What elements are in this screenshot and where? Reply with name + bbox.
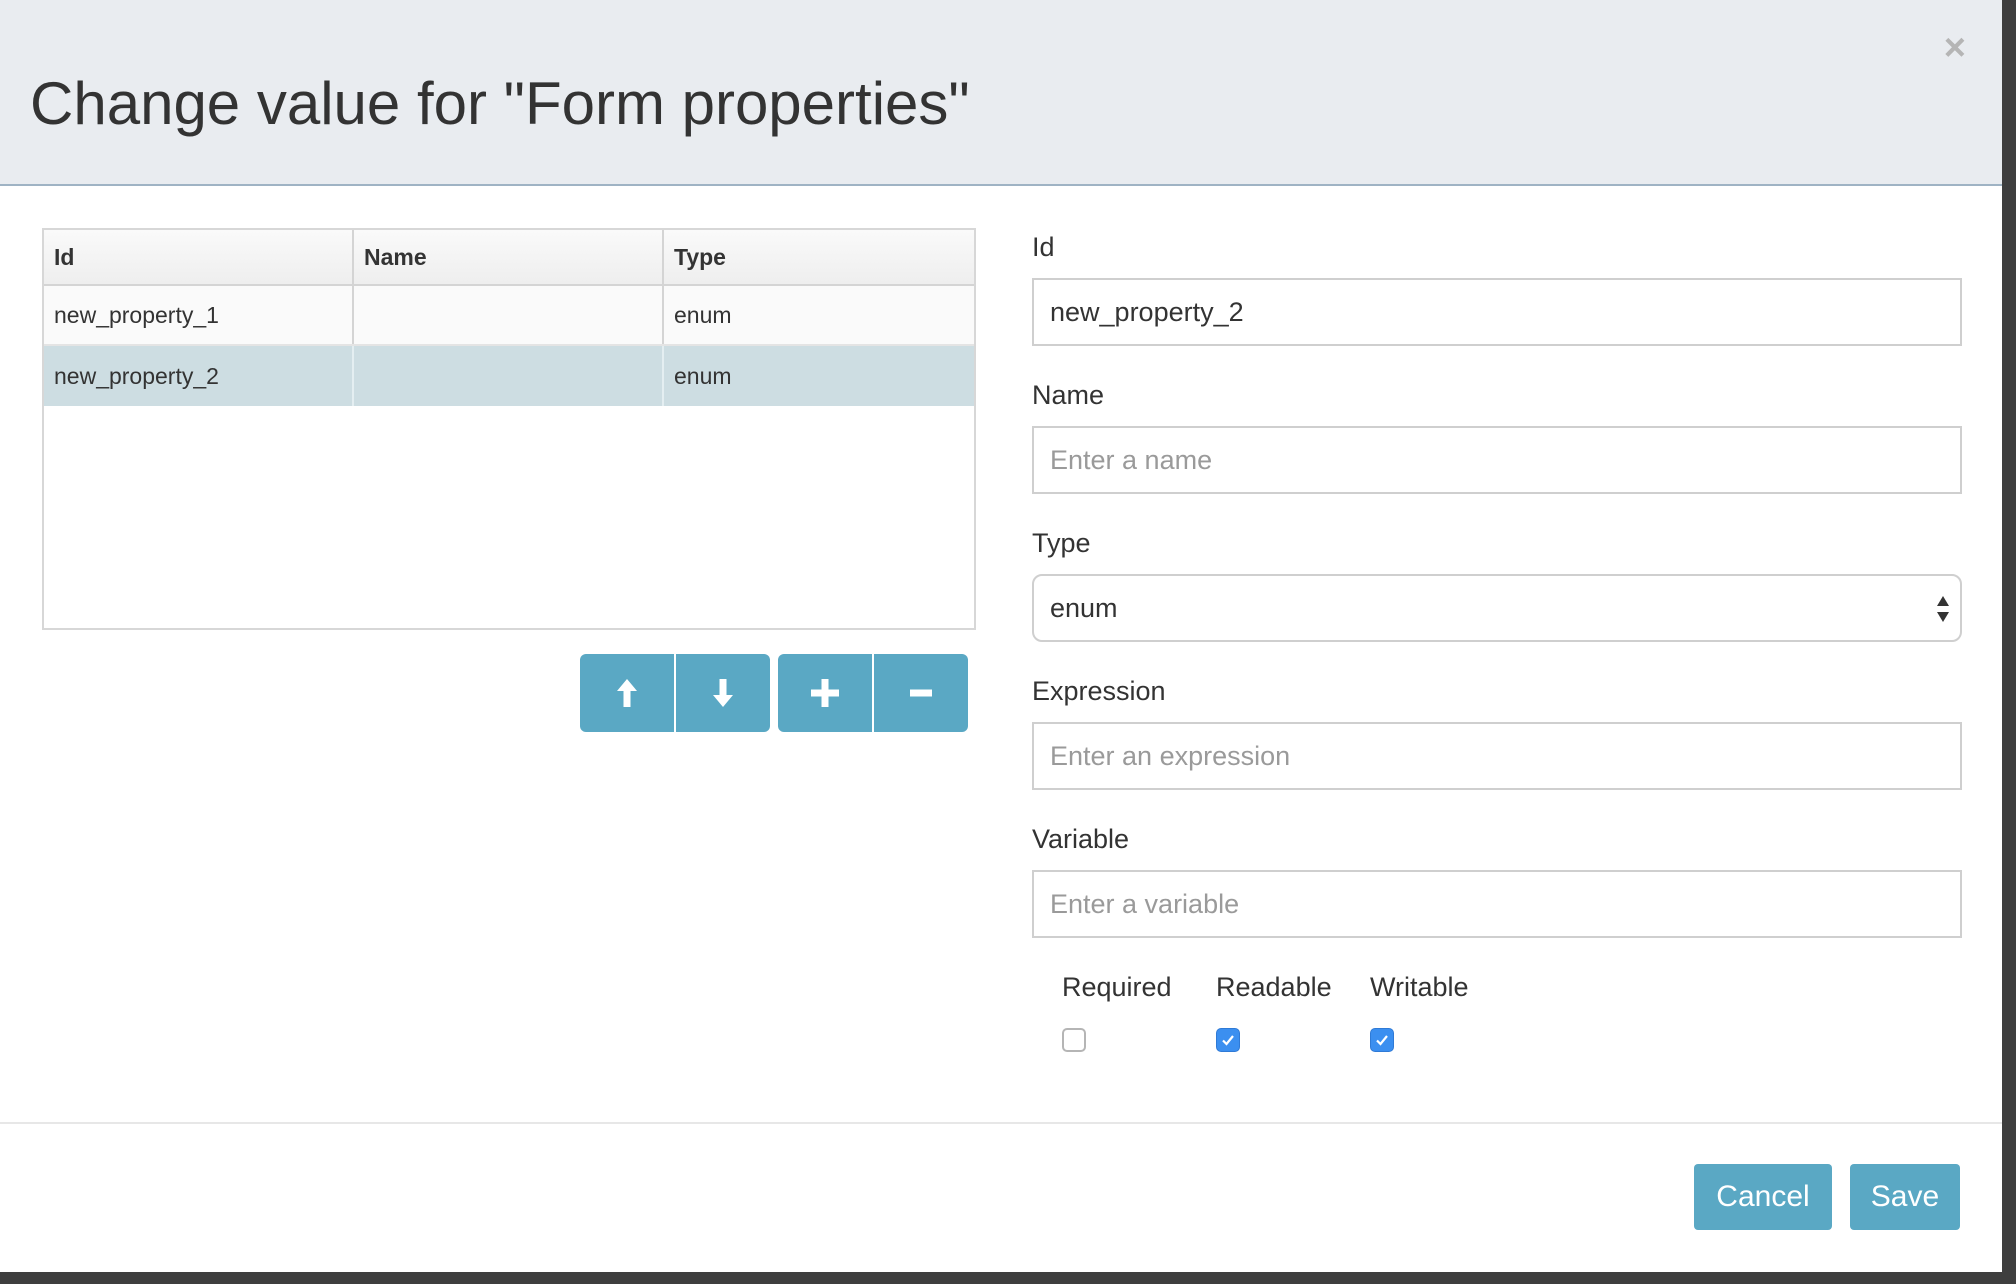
required-label: Required bbox=[1062, 972, 1172, 1002]
remove-property-button[interactable] bbox=[872, 654, 968, 732]
expression-field[interactable] bbox=[1032, 722, 1962, 790]
arrow-up-icon bbox=[617, 679, 637, 707]
table-row-selected[interactable]: new_property_2 enum bbox=[44, 346, 974, 406]
cell-name bbox=[354, 346, 664, 406]
type-select[interactable]: enum bbox=[1032, 574, 1962, 642]
name-field[interactable] bbox=[1032, 426, 1962, 494]
arrow-down-icon bbox=[713, 679, 733, 707]
footer-divider bbox=[0, 1122, 2002, 1124]
table-header-row: Id Name Type bbox=[44, 230, 974, 286]
name-label: Name bbox=[1032, 380, 1105, 410]
close-icon[interactable]: × bbox=[1944, 28, 1966, 68]
save-button[interactable]: Save bbox=[1850, 1164, 1960, 1230]
readable-checkbox[interactable] bbox=[1216, 1028, 1240, 1052]
column-header-name[interactable]: Name bbox=[354, 230, 664, 284]
column-header-id[interactable]: Id bbox=[44, 230, 354, 284]
type-label: Type bbox=[1032, 528, 1091, 558]
column-header-type[interactable]: Type bbox=[664, 230, 974, 284]
dialog-title: Change value for "Form properties" bbox=[30, 70, 970, 137]
checkmark-icon bbox=[1376, 1035, 1388, 1046]
writable-label: Writable bbox=[1370, 972, 1469, 1002]
id-field[interactable] bbox=[1032, 278, 1962, 346]
add-remove-button-group bbox=[778, 654, 968, 732]
cell-name bbox=[354, 286, 664, 344]
variable-label: Variable bbox=[1032, 824, 1130, 854]
cancel-button[interactable]: Cancel bbox=[1694, 1164, 1832, 1230]
cell-type: enum bbox=[674, 301, 732, 328]
cell-id: new_property_2 bbox=[44, 346, 354, 406]
plus-icon bbox=[811, 679, 839, 707]
cell-type: enum bbox=[674, 362, 732, 389]
add-property-button[interactable] bbox=[778, 654, 872, 732]
type-select-value: enum bbox=[1050, 592, 1118, 623]
select-arrows-icon bbox=[1937, 596, 1949, 622]
checkmark-icon bbox=[1222, 1035, 1234, 1046]
properties-table: Id Name Type new_property_1 enum new_pro… bbox=[42, 228, 976, 630]
dialog-header: Change value for "Form properties" × bbox=[0, 0, 2002, 186]
move-up-button[interactable] bbox=[580, 654, 674, 732]
expression-label: Expression bbox=[1032, 676, 1166, 706]
move-button-group bbox=[580, 654, 770, 732]
id-label: Id bbox=[1032, 232, 1055, 262]
move-down-button[interactable] bbox=[674, 654, 770, 732]
variable-field[interactable] bbox=[1032, 870, 1962, 938]
cell-id: new_property_1 bbox=[44, 286, 354, 344]
readable-label: Readable bbox=[1216, 972, 1332, 1002]
writable-checkbox[interactable] bbox=[1370, 1028, 1394, 1052]
minus-icon bbox=[910, 689, 932, 697]
form-properties-dialog: Change value for "Form properties" × Id … bbox=[0, 0, 2002, 1272]
required-checkbox[interactable] bbox=[1062, 1028, 1086, 1052]
table-row[interactable]: new_property_1 enum bbox=[44, 286, 974, 346]
